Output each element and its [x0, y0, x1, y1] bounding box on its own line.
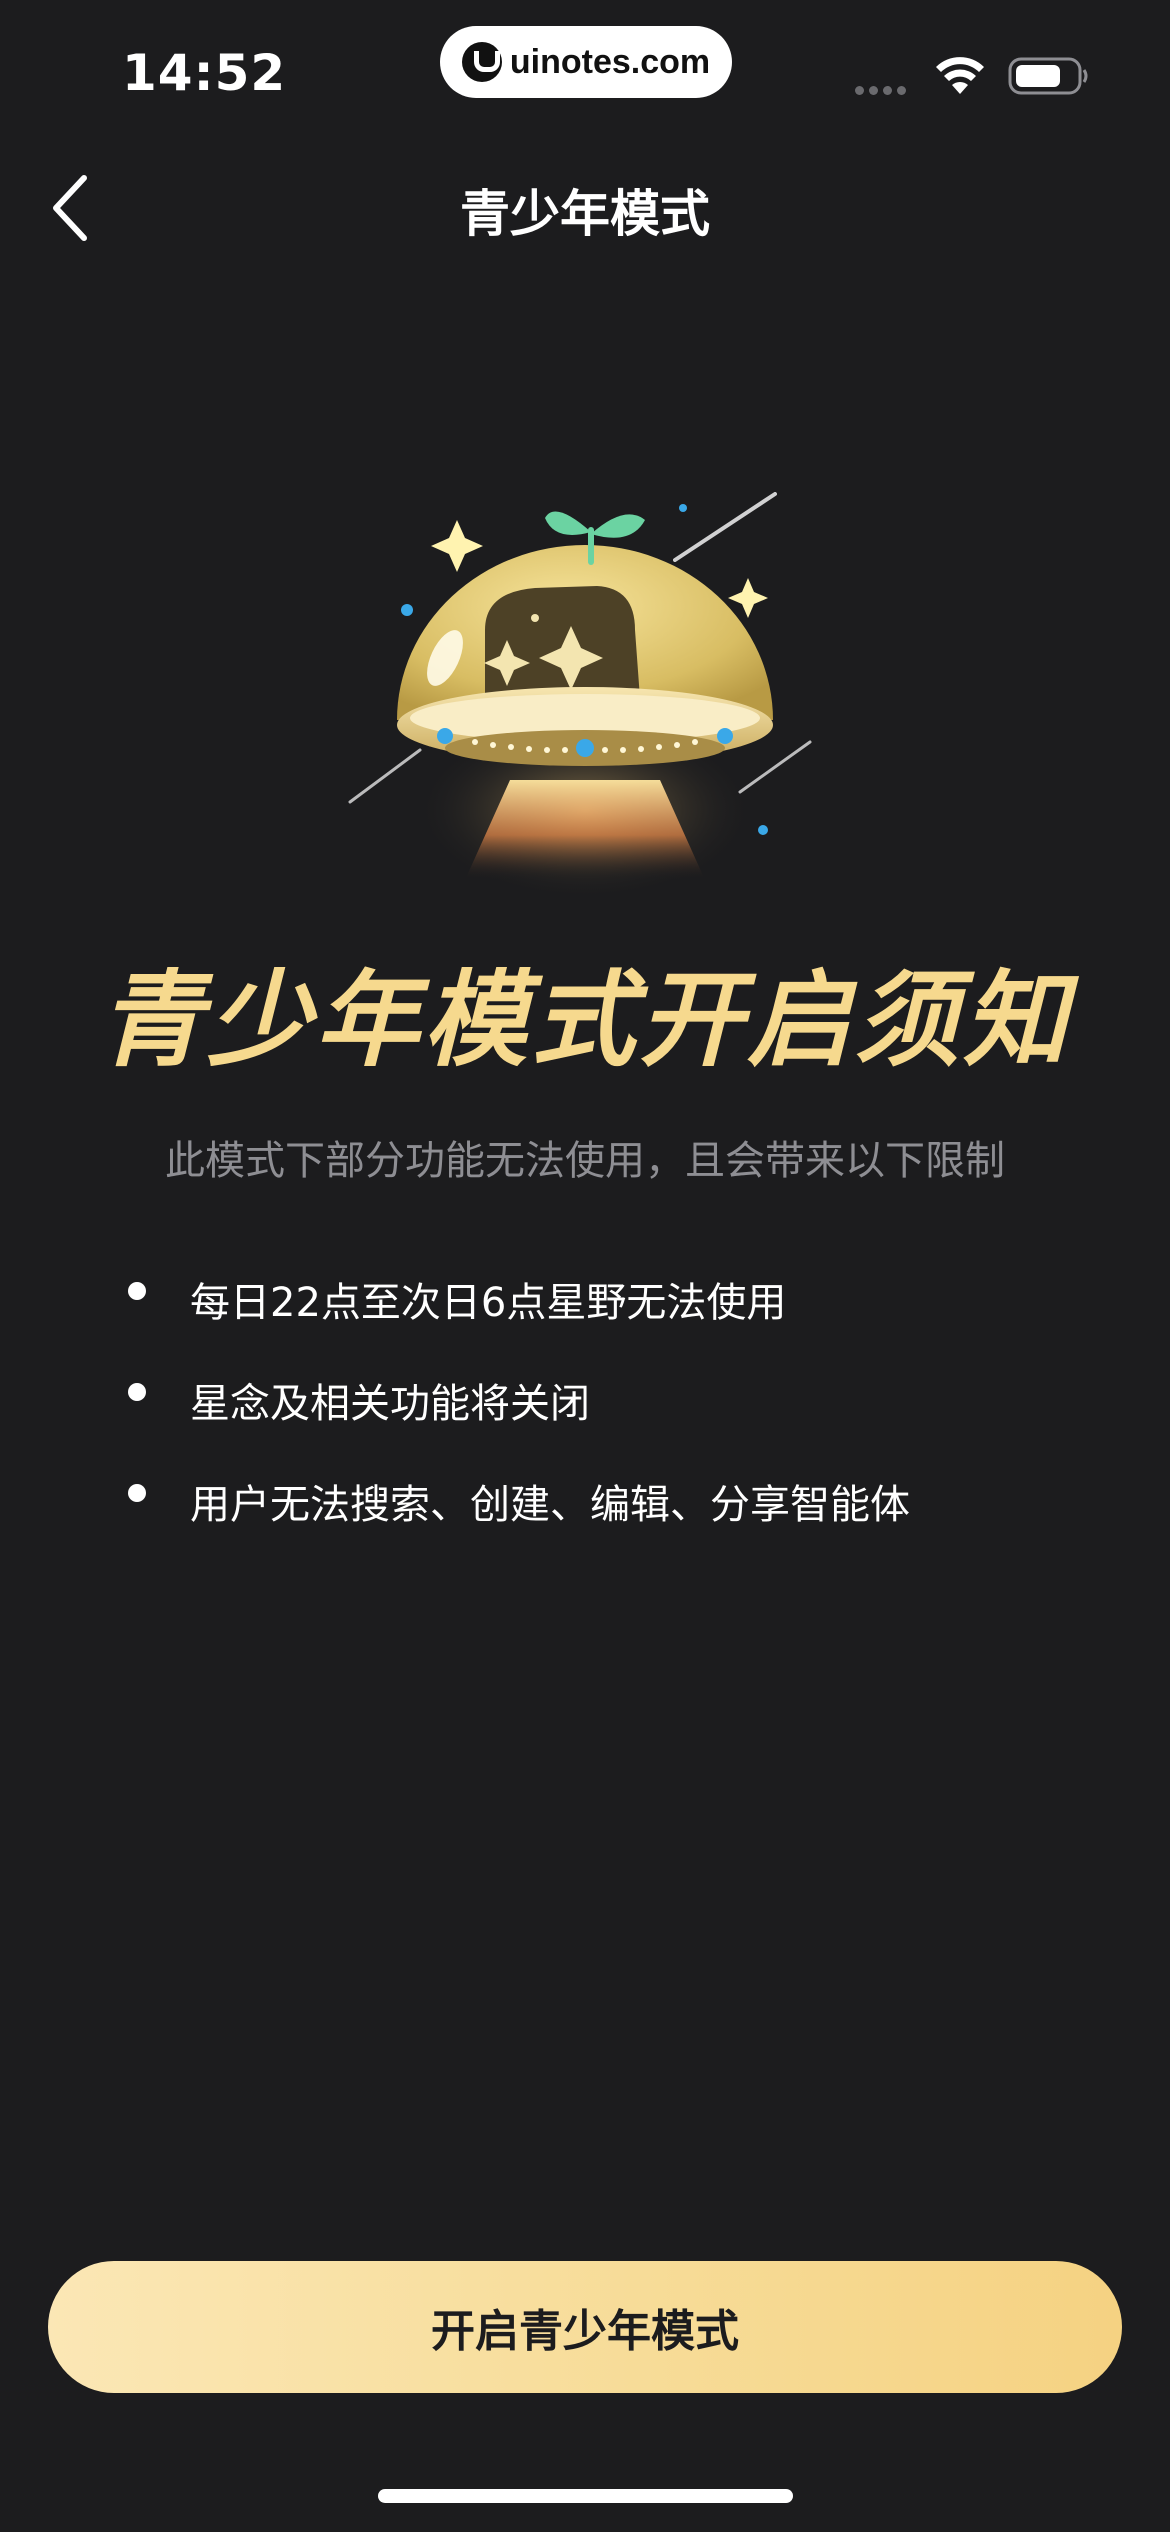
- notice-headline: 青少年模式开启须知: [98, 959, 1071, 1081]
- cellular-signal-icon: [855, 86, 906, 95]
- page-title: 青少年模式: [460, 185, 710, 243]
- teen-mode-screen: 14:52 uinotes.com 青少年模式 青少年模式开启须知 此模式下部分…: [0, 0, 1170, 2532]
- restriction-text: 每日22点至次日6点星野无法使用: [190, 1280, 787, 1326]
- notice-subtitle: 此模式下部分功能无法使用，且会带来以下限制: [165, 1138, 1005, 1184]
- navigation-bar: 青少年模式: [0, 150, 1170, 270]
- watermark-badge: uinotes.com: [440, 26, 732, 98]
- enable-teen-mode-button[interactable]: 开启青少年模式: [48, 2261, 1122, 2393]
- bullet-icon: [128, 1484, 146, 1502]
- wifi-icon: [936, 57, 984, 94]
- battery-icon: [1008, 57, 1088, 95]
- restriction-item: 用户无法搜索、创建、编辑、分享智能体: [128, 1464, 1068, 1565]
- watermark-text: uinotes.com: [509, 42, 711, 81]
- bullet-icon: [128, 1383, 146, 1401]
- restriction-item: 星念及相关功能将关闭: [128, 1363, 1068, 1464]
- restriction-item: 每日22点至次日6点星野无法使用: [128, 1262, 1068, 1363]
- home-indicator[interactable]: [378, 2489, 793, 2503]
- bullet-icon: [128, 1282, 146, 1300]
- status-time: 14:52: [122, 44, 287, 102]
- restriction-text: 星念及相关功能将关闭: [190, 1381, 590, 1427]
- restriction-list: 每日22点至次日6点星野无法使用 星念及相关功能将关闭 用户无法搜索、创建、编辑…: [128, 1262, 1068, 1565]
- watermark-logo-icon: [461, 42, 502, 82]
- ufo-sprout-icon: [348, 492, 812, 900]
- restriction-text: 用户无法搜索、创建、编辑、分享智能体: [190, 1482, 910, 1528]
- status-bar: 14:52 uinotes.com: [0, 0, 1170, 140]
